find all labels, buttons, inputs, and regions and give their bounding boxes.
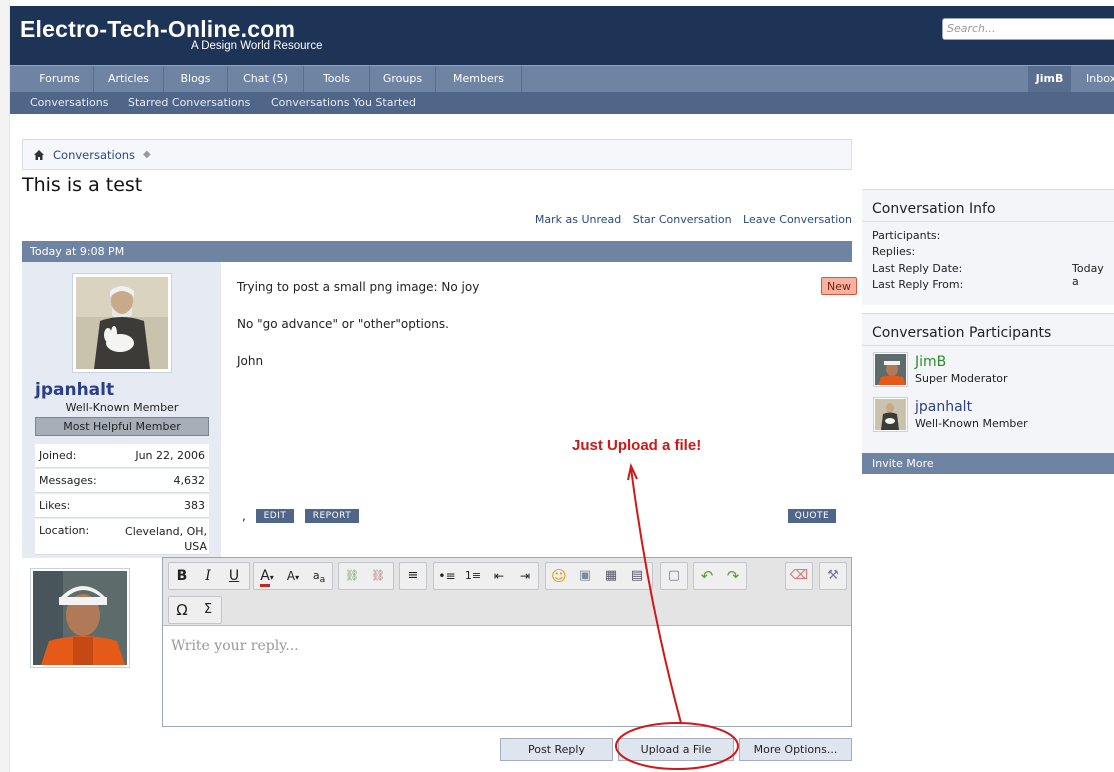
- invite-more-button[interactable]: Invite More: [862, 453, 1114, 474]
- participant-title-jpanhalt: Well-Known Member: [915, 417, 1028, 430]
- info-replies-label: Replies:: [872, 245, 916, 258]
- info-last-reply-date-value: Today a: [1072, 262, 1104, 288]
- participant-name-jimb[interactable]: JimB: [915, 354, 946, 370]
- annotation-ellipse: [615, 722, 739, 770]
- participant-avatar-jimb[interactable]: [873, 352, 908, 387]
- conversation-participants-panel: Conversation Participants JimB Super Mod…: [862, 313, 1114, 454]
- conversation-info-title: Conversation Info: [872, 201, 996, 217]
- annotation-arrow-line: [630, 467, 682, 724]
- avatar-jpanhalt-small: [875, 399, 906, 430]
- info-last-reply-from-label: Last Reply From:: [872, 278, 964, 291]
- participant-avatar-jpanhalt[interactable]: [873, 397, 908, 432]
- info-participants-label: Participants:: [872, 229, 941, 242]
- info-last-reply-date-label: Last Reply Date:: [872, 262, 963, 275]
- participant-name-jpanhalt[interactable]: jpanhalt: [915, 399, 972, 415]
- conversation-participants-title: Conversation Participants: [872, 325, 1052, 341]
- participant-title-jimb: Super Moderator: [915, 372, 1008, 385]
- divider: [862, 221, 1114, 222]
- avatar-jimb-small: [875, 354, 906, 385]
- divider: [862, 345, 1114, 346]
- conversation-info-panel: Conversation Info Participants: Replies:…: [862, 189, 1114, 305]
